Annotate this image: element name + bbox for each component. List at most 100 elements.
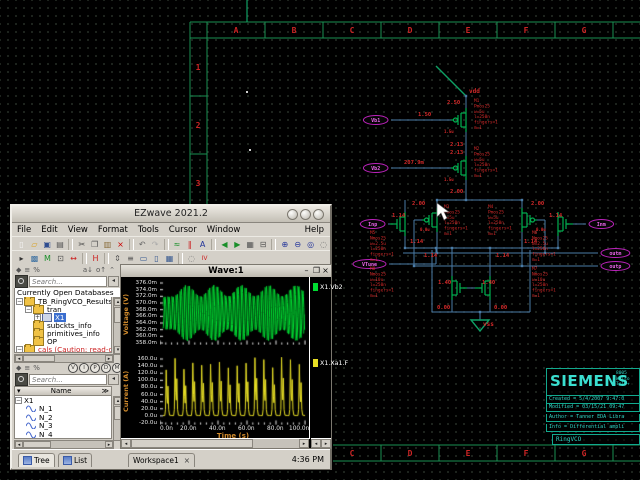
sort-desc-icon[interactable]: o↑ xyxy=(96,266,106,274)
zoom-in-icon[interactable]: ⊕ xyxy=(279,239,290,250)
minimize-button[interactable] xyxy=(287,209,298,220)
workspace-tab[interactable]: Workspace1 × xyxy=(128,453,195,467)
filter-icon[interactable]: ◆ xyxy=(16,364,21,372)
list-icon[interactable]: ≡ xyxy=(24,266,30,274)
undo-icon[interactable]: ↶ xyxy=(137,239,148,250)
redo-icon[interactable]: ↷ xyxy=(150,239,161,250)
tab-tree[interactable]: Tree xyxy=(18,453,55,467)
open-icon[interactable]: ▱ xyxy=(29,239,40,250)
insert-cursor-icon[interactable]: ‖ xyxy=(184,239,195,250)
zoom-full-icon[interactable]: ◎ xyxy=(305,239,316,250)
filter-i-button[interactable]: I xyxy=(79,363,89,373)
link-icon[interactable]: % xyxy=(33,364,40,372)
net-wire[interactable] xyxy=(436,66,466,96)
close-button[interactable] xyxy=(313,209,324,220)
iv-icon[interactable]: IV xyxy=(199,253,210,264)
menu-window[interactable]: Window xyxy=(202,225,246,235)
menu-view[interactable]: View xyxy=(63,225,93,235)
paste-icon[interactable]: ▥ xyxy=(102,239,113,250)
legend-item[interactable]: X1.Vb2 xyxy=(313,283,343,291)
cut-icon[interactable]: ✂ xyxy=(76,239,87,250)
tile-horizontal-icon[interactable]: ▭ xyxy=(138,253,149,264)
tree-item[interactable]: −cals (Caution: read-on xyxy=(15,345,111,353)
select-icon[interactable]: ▸ xyxy=(16,253,27,264)
filter-icon[interactable]: ◆ xyxy=(16,266,21,274)
grid-icon[interactable]: ▦ xyxy=(245,239,256,250)
collapse-all-icon[interactable]: ⌃ xyxy=(109,266,115,274)
filter-d-button[interactable]: D xyxy=(101,363,111,373)
save-icon[interactable]: ▣ xyxy=(42,239,53,250)
current-plot-canvas[interactable] xyxy=(160,357,306,425)
menu-format[interactable]: Format xyxy=(93,225,133,235)
search-options-icon[interactable]: ◂ xyxy=(108,276,119,287)
wave-window[interactable]: Wave:1 – ❐ × Voltage (V) Current (A) 376… xyxy=(120,264,332,449)
select-region-icon[interactable]: ◌ xyxy=(186,253,197,264)
ezwave-window[interactable]: EZwave 2021.2 FileEditViewFormatToolsCur… xyxy=(10,204,332,470)
ruler-icon[interactable]: H xyxy=(90,253,101,264)
wave-close-icon[interactable]: × xyxy=(321,265,330,276)
legend-horizontal-scrollbar[interactable]: ◂▸ xyxy=(311,438,331,448)
filter-v-button[interactable]: V xyxy=(68,363,78,373)
collapse-icon[interactable]: − xyxy=(25,306,32,313)
link-icon[interactable]: % xyxy=(33,266,40,274)
menu-help[interactable]: Help xyxy=(299,225,330,235)
legend-separator[interactable] xyxy=(309,277,310,439)
menu-edit[interactable]: Edit xyxy=(36,225,62,235)
tile-grid-icon[interactable]: ▦ xyxy=(164,253,175,264)
search-icon[interactable] xyxy=(15,275,28,288)
split-icon[interactable]: ⊟ xyxy=(258,239,269,250)
maximize-button[interactable] xyxy=(300,209,311,220)
pmos-m4-bubble[interactable] xyxy=(531,218,535,222)
wave-horizontal-scrollbar[interactable]: ◂▸ xyxy=(121,438,309,448)
signal-row[interactable]: N_3 xyxy=(15,422,111,431)
image-icon[interactable]: ▩ xyxy=(29,253,40,264)
signal-root-row[interactable]: −X1 xyxy=(15,396,111,405)
pmos-m3-bubble[interactable] xyxy=(425,218,429,222)
menu-file[interactable]: File xyxy=(12,225,36,235)
menu-tools[interactable]: Tools xyxy=(133,225,164,235)
workspace-close-icon[interactable]: × xyxy=(184,454,190,467)
delete-icon[interactable]: × xyxy=(115,239,126,250)
signals-horizontal-scrollbar[interactable]: ◂▸ xyxy=(14,440,114,449)
pan-left-icon[interactable]: ◀ xyxy=(219,239,230,250)
measure-icon[interactable]: ↔ xyxy=(68,253,79,264)
collapse-icon[interactable]: − xyxy=(16,298,23,305)
signal-row[interactable]: N_4 xyxy=(15,430,111,439)
calculator-icon[interactable]: ⊡ xyxy=(55,253,66,264)
tree-item[interactable]: −TB_RingVCO_ResultsPa xyxy=(15,297,111,305)
chart-icon[interactable]: M xyxy=(42,253,53,264)
fit-height-icon[interactable]: ⇕ xyxy=(112,253,123,264)
name-column-header[interactable]: ▾ Name ≫ xyxy=(14,386,112,396)
wave-restore-icon[interactable]: ❐ xyxy=(312,265,321,276)
signals-search-icon[interactable] xyxy=(15,373,28,386)
signal-row[interactable]: N_1 xyxy=(15,405,111,414)
copy-icon[interactable]: ❐ xyxy=(89,239,100,250)
insert-wave-icon[interactable]: ≈ xyxy=(172,239,183,250)
insert-label-icon[interactable]: A xyxy=(197,239,208,250)
voltage-plot-canvas[interactable] xyxy=(160,281,306,345)
pmos-m2-bubble[interactable] xyxy=(454,166,458,170)
filter-p-button[interactable]: P xyxy=(90,363,100,373)
legend-item[interactable]: X1.Xa1.F xyxy=(313,359,348,367)
stack-icon[interactable]: ≡ xyxy=(125,253,136,264)
tree-item[interactable]: primitives_info xyxy=(15,329,111,337)
wave-minimize-icon[interactable]: – xyxy=(302,265,311,276)
pmos-m1-bubble[interactable] xyxy=(454,118,458,122)
tree-search-input[interactable] xyxy=(29,276,107,287)
signal-row[interactable]: N_2 xyxy=(15,413,111,422)
zoom-select-icon[interactable]: ◌ xyxy=(318,239,329,250)
column-collapse-icon[interactable]: ≫ xyxy=(102,387,111,395)
signals-search-options-icon[interactable]: ◂ xyxy=(108,374,119,385)
collapse-icon[interactable]: − xyxy=(15,397,22,404)
collapse-icon[interactable]: − xyxy=(16,346,23,353)
list-icon[interactable]: ≡ xyxy=(24,364,30,372)
zoom-out-icon[interactable]: ⊖ xyxy=(292,239,303,250)
menu-cursor[interactable]: Cursor xyxy=(164,225,202,235)
pan-right-icon[interactable]: ▶ xyxy=(232,239,243,250)
tile-vertical-icon[interactable]: ▯ xyxy=(151,253,162,264)
print-icon[interactable]: ▤ xyxy=(55,239,66,250)
window-titlebar[interactable]: EZwave 2021.2 xyxy=(12,206,330,223)
signals-search-input[interactable] xyxy=(29,374,107,385)
tab-list[interactable]: List xyxy=(58,453,92,467)
sort-asc-icon[interactable]: a↓ xyxy=(83,266,93,274)
